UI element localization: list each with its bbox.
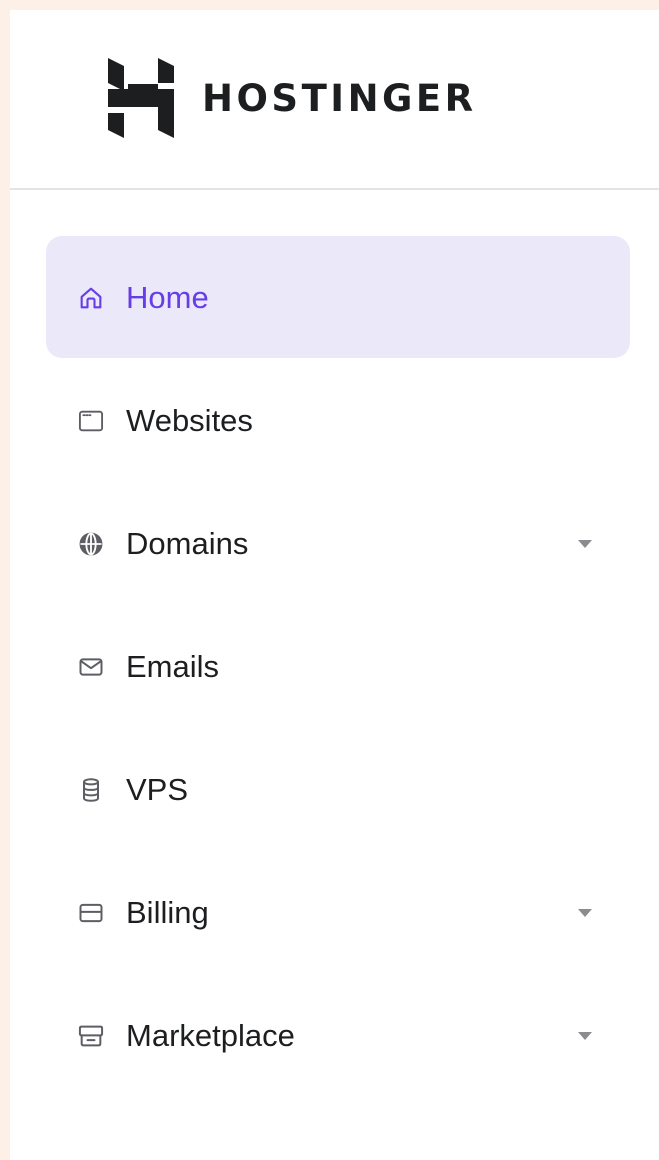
chevron-down-icon[interactable] [578, 908, 592, 917]
sidebar-item-vps[interactable]: VPS [46, 728, 630, 851]
sidebar-item-domains[interactable]: Domains [46, 482, 630, 605]
sidebar-nav: Home Websites Domains Emails VPS Billing… [46, 236, 630, 1097]
brand-logo[interactable]: HOSTINGER [108, 58, 477, 138]
sidebar-item-marketplace[interactable]: Marketplace [46, 974, 630, 1097]
globe-icon [76, 529, 106, 559]
sidebar-item-websites[interactable]: Websites [46, 359, 630, 482]
envelope-icon [76, 652, 106, 682]
credit-card-icon [76, 898, 106, 928]
hostinger-logo-icon [108, 58, 174, 138]
chevron-down-icon[interactable] [578, 539, 592, 548]
home-icon [76, 283, 106, 313]
sidebar-item-label: Home [126, 279, 209, 315]
sidebar-item-label: Websites [126, 402, 253, 438]
sidebar-item-home[interactable]: Home [46, 236, 630, 359]
sidebar-item-emails[interactable]: Emails [46, 605, 630, 728]
sidebar-item-label: Emails [126, 648, 220, 684]
chevron-down-icon[interactable] [578, 1031, 592, 1040]
database-icon [76, 775, 106, 805]
sidebar-item-label: Marketplace [126, 1017, 295, 1053]
sidebar-panel: HOSTINGER Home Websites Domains Emails V… [10, 10, 659, 1160]
browser-window-icon [76, 406, 106, 436]
sidebar-item-label: Billing [126, 894, 209, 930]
sidebar-item-billing[interactable]: Billing [46, 851, 630, 974]
sidebar-header: HOSTINGER [10, 10, 659, 190]
storefront-icon [76, 1021, 106, 1051]
sidebar-item-label: VPS [126, 771, 189, 807]
sidebar-item-label: Domains [126, 525, 249, 561]
brand-name: HOSTINGER [202, 76, 477, 120]
